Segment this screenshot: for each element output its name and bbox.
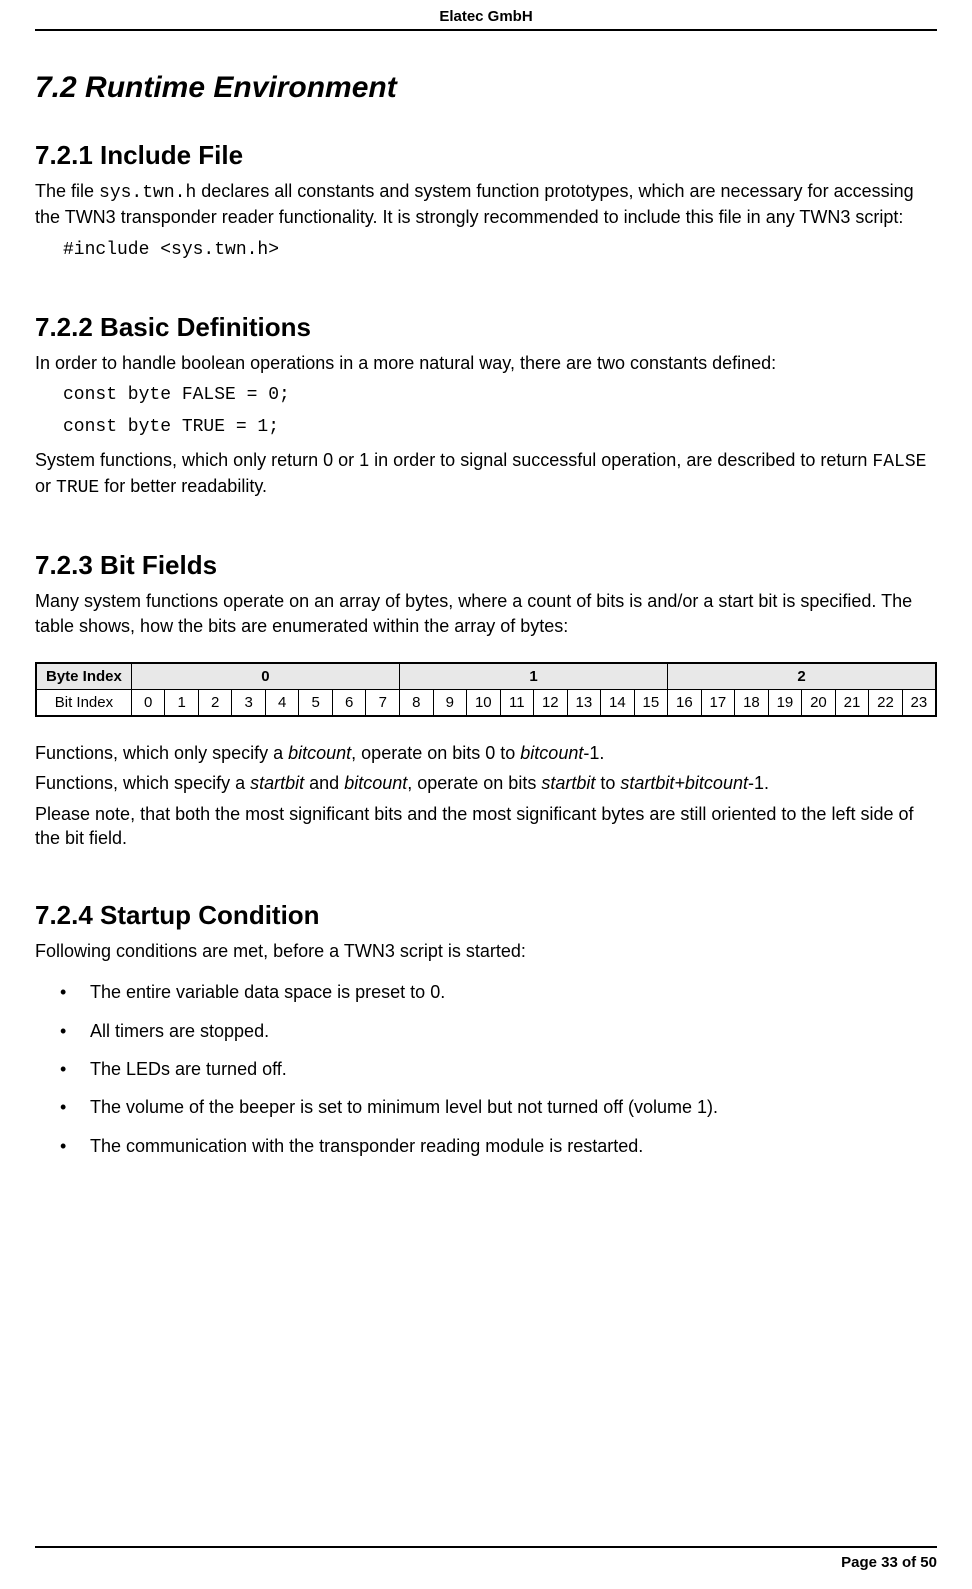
subsection-721-heading: 7.2.1 Include File xyxy=(35,140,937,171)
sub2-paragraph-1: In order to handle boolean operations in… xyxy=(35,351,937,375)
italic-startbit: startbit xyxy=(541,773,595,793)
page-number: Page 33 of 50 xyxy=(841,1554,937,1571)
code-block-false: const byte FALSE = 0; xyxy=(63,383,937,407)
italic-bitcount: bitcount xyxy=(288,743,351,763)
sub3-paragraph-1: Many system functions operate on an arra… xyxy=(35,589,937,638)
bit-cell: 3 xyxy=(232,689,266,716)
subsection-723-heading: 7.2.3 Bit Fields xyxy=(35,550,937,581)
italic-startbit: startbit xyxy=(250,773,304,793)
bit-cell: 6 xyxy=(332,689,366,716)
bit-cell: 16 xyxy=(668,689,702,716)
bit-cell: 17 xyxy=(701,689,735,716)
bit-cell: 14 xyxy=(601,689,635,716)
text: System functions, which only return 0 or… xyxy=(35,450,872,470)
text: The file xyxy=(35,181,99,201)
bit-cell: 22 xyxy=(869,689,903,716)
text: and xyxy=(304,773,344,793)
bit-cell: 18 xyxy=(735,689,769,716)
byte-index-row: Byte Index 0 1 2 xyxy=(36,663,936,690)
bit-cell: 4 xyxy=(265,689,299,716)
bit-cell: 23 xyxy=(902,689,936,716)
text: Functions, which only specify a xyxy=(35,743,288,763)
list-item: The LEDs are turned off. xyxy=(35,1050,937,1088)
bit-cell: 0 xyxy=(131,689,165,716)
text: Functions, which specify a xyxy=(35,773,250,793)
bit-cell: 12 xyxy=(534,689,568,716)
bit-index-row: Bit Index 0 1 2 3 4 5 6 7 8 9 10 11 12 1… xyxy=(36,689,936,716)
sub3-paragraph-3: Functions, which specify a startbit and … xyxy=(35,771,937,795)
bitfield-table: Byte Index 0 1 2 Bit Index 0 1 2 3 4 5 6… xyxy=(35,662,937,717)
byte-header-2: 2 xyxy=(668,663,936,690)
code-inline: sys.twn.h xyxy=(99,183,196,203)
bit-index-label: Bit Index xyxy=(36,689,131,716)
bit-cell: 9 xyxy=(433,689,467,716)
italic-plus: + xyxy=(674,773,685,793)
list-item: The communication with the transponder r… xyxy=(35,1127,937,1165)
list-item: All timers are stopped. xyxy=(35,1012,937,1050)
bit-cell: 8 xyxy=(400,689,434,716)
bit-cell: 15 xyxy=(634,689,668,716)
text: or xyxy=(35,476,56,496)
code-inline-false: FALSE xyxy=(872,452,926,472)
bit-cell: 2 xyxy=(198,689,232,716)
code-block-true: const byte TRUE = 1; xyxy=(63,415,937,439)
italic-bitcount: bitcount xyxy=(344,773,407,793)
startup-conditions-list: The entire variable data space is preset… xyxy=(35,973,937,1164)
text: to xyxy=(595,773,620,793)
byte-index-label: Byte Index xyxy=(36,663,131,690)
italic-bitcount: bitcount xyxy=(685,773,748,793)
bit-cell: 19 xyxy=(768,689,802,716)
bit-cell: 7 xyxy=(366,689,400,716)
subsection-724-heading: 7.2.4 Startup Condition xyxy=(35,900,937,931)
text: for better readability. xyxy=(99,476,267,496)
text: -1. xyxy=(583,743,604,763)
byte-header-0: 0 xyxy=(131,663,399,690)
italic-bitcount: bitcount xyxy=(520,743,583,763)
code-inline-true: TRUE xyxy=(56,478,99,498)
bit-cell: 13 xyxy=(567,689,601,716)
page-content: 7.2 Runtime Environment 7.2.1 Include Fi… xyxy=(0,71,972,1165)
byte-header-1: 1 xyxy=(400,663,668,690)
sub2-paragraph-2: System functions, which only return 0 or… xyxy=(35,448,937,501)
code-block-include: #include <sys.twn.h> xyxy=(63,238,937,262)
italic-startbit: startbit xyxy=(620,773,674,793)
bit-cell: 1 xyxy=(165,689,199,716)
section-heading: 7.2 Runtime Environment xyxy=(35,71,937,105)
sub3-paragraph-4: Please note, that both the most signific… xyxy=(35,802,937,851)
sub4-paragraph-1: Following conditions are met, before a T… xyxy=(35,939,937,963)
sub1-paragraph: The file sys.twn.h declares all constant… xyxy=(35,179,937,230)
text: , operate on bits 0 to xyxy=(351,743,520,763)
page-header: Elatec GmbH xyxy=(35,0,937,31)
page-footer: Page 33 of 50 xyxy=(35,1546,937,1571)
company-name: Elatec GmbH xyxy=(439,8,532,25)
list-item: The entire variable data space is preset… xyxy=(35,973,937,1011)
bit-cell: 20 xyxy=(802,689,836,716)
bit-cell: 5 xyxy=(299,689,333,716)
text: , operate on bits xyxy=(407,773,541,793)
subsection-722-heading: 7.2.2 Basic Definitions xyxy=(35,312,937,343)
bit-cell: 21 xyxy=(835,689,869,716)
bit-cell: 11 xyxy=(500,689,534,716)
list-item: The volume of the beeper is set to minim… xyxy=(35,1088,937,1126)
bit-cell: 10 xyxy=(467,689,501,716)
sub3-paragraph-2: Functions, which only specify a bitcount… xyxy=(35,741,937,765)
text: -1. xyxy=(748,773,769,793)
